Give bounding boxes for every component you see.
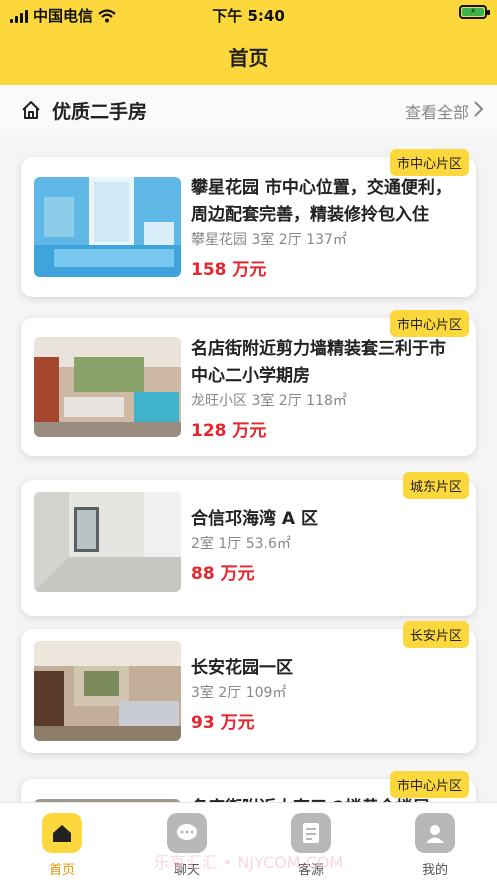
top-bar: 中国电信 下午 5:40 ⚡ 首页 — [0, 0, 497, 85]
listing-meta: 3室 2厅 109㎡ — [191, 685, 287, 701]
area-tag: 市中心片区 — [389, 310, 469, 337]
listing-card[interactable]: 城东片区 合信邛海湾 A 区 2室 1厅 53.6㎡ 88 万元 — [21, 472, 476, 616]
listing-title: 攀星花园 市中心位置，交通便利，周边配套完善，精装修拎包入住 — [191, 178, 452, 225]
home-outline-icon — [22, 101, 40, 119]
chat-icon — [167, 813, 207, 853]
listing-card[interactable]: 长安片区 长安花园一区 3室 2厅 109㎡ 93 万元 — [21, 621, 476, 753]
user-icon — [415, 813, 455, 853]
battery-icon: ⚡ — [459, 5, 490, 19]
listing-card[interactable]: 市中心片区 名店街附近剪力墙精装套三利于市中心二小学期房 龙旺小区 3室 2厅 … — [21, 310, 476, 456]
watermark: 乐享汇汇 • NJYCOM.COM — [153, 853, 344, 872]
listing-title: 合信邛海湾 A 区 — [191, 509, 318, 529]
listing-price: 158 万元 — [191, 260, 267, 280]
area-tag: 城东片区 — [402, 472, 469, 499]
listing-price: 88 万元 — [191, 564, 255, 584]
listing-list[interactable]: 市中心片区 攀星花园 市中心位置，交通便利，周边配套完善，精装修拎包入住 攀星花… — [0, 135, 497, 805]
chevron-right-icon[interactable] — [473, 99, 485, 119]
status-bar: 中国电信 下午 5:40 ⚡ — [0, 0, 497, 28]
listing-meta: 2室 1厅 53.6㎡ — [191, 536, 291, 552]
listing-price: 128 万元 — [191, 421, 267, 441]
listing-photo — [34, 177, 181, 277]
status-time: 下午 5:40 — [212, 7, 285, 25]
listing-photo — [34, 337, 181, 437]
listing-card[interactable]: 市中心片区 攀星花园 市中心位置，交通便利，周边配套完善，精装修拎包入住 攀星花… — [21, 149, 476, 297]
view-all-link[interactable]: 查看全部 — [405, 99, 469, 123]
listing-meta: 龙旺小区 3室 2厅 118㎡ — [191, 393, 347, 409]
tab-bar: 首页 聊天 客源 我的 乐享汇汇 • NJYCOM.COM — [0, 802, 497, 884]
area-tag: 市中心片区 — [389, 771, 469, 798]
home-icon — [42, 813, 82, 853]
listing-photo — [34, 641, 181, 741]
page-title: 首页 — [228, 46, 269, 70]
section-header: 优质二手房 查看全部 — [0, 85, 497, 135]
listing-title: 名店街附近剪力墙精装套三利于市中心二小学期房 — [191, 339, 446, 386]
listing-meta: 攀星花园 3室 2厅 137㎡ — [191, 232, 347, 248]
listing-title: 长安花园一区 — [191, 658, 293, 678]
listing-photo — [34, 492, 181, 592]
section-title: 优质二手房 — [52, 101, 148, 123]
area-tag: 市中心片区 — [389, 149, 469, 176]
listing-price: 93 万元 — [191, 713, 255, 733]
document-icon — [291, 813, 331, 853]
area-tag: 长安片区 — [402, 621, 469, 648]
